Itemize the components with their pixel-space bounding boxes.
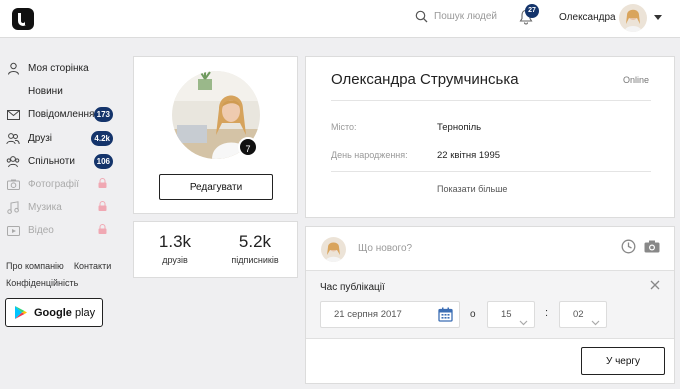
clock-icon[interactable]: [621, 239, 636, 257]
sidebar-nav: Моя сторінка Новини Повідомлення 173 Дру…: [0, 57, 125, 243]
sidebar-item-friends[interactable]: Друзі 4.2k: [0, 127, 125, 150]
time-separator: :: [545, 307, 549, 319]
sidebar-item-label: Спільноти: [28, 155, 75, 167]
google-play-icon: [15, 306, 27, 319]
video-icon: [6, 224, 20, 238]
notifications-badge: 27: [525, 4, 539, 18]
music-icon: [6, 201, 20, 215]
camera-icon[interactable]: [644, 240, 660, 256]
user-icon: [6, 62, 20, 76]
hour-select[interactable]: 15: [487, 301, 535, 328]
search-icon: [415, 10, 428, 23]
sidebar-item-news[interactable]: Новини: [0, 80, 125, 103]
sidebar-item-music[interactable]: Музика: [0, 196, 125, 219]
store-word: play: [74, 306, 96, 319]
date-value: 21 серпня 2017: [334, 309, 402, 320]
close-icon[interactable]: [650, 280, 660, 293]
birthday-label: День народження:: [331, 150, 408, 160]
page-title: Олександра Струмчинська: [331, 71, 519, 88]
store-brand: Google: [34, 306, 72, 319]
lock-icon: [98, 224, 107, 237]
home-icon: [6, 85, 20, 99]
sidebar-item-groups[interactable]: Спільноти 106: [0, 150, 125, 173]
sidebar-item-label: Музика: [28, 202, 62, 214]
friends-label: друзів: [162, 255, 188, 265]
friends-icon: [6, 131, 20, 145]
birthday-value: 22 квітня 1995: [437, 150, 501, 161]
about-link[interactable]: Про компанію: [6, 261, 64, 271]
queue-button[interactable]: У чергу: [581, 347, 665, 375]
city-value: Тернопіль: [437, 122, 482, 133]
sidebar-item-messages[interactable]: Повідомлення 173: [0, 103, 125, 126]
messages-badge: 173: [93, 107, 113, 123]
minute-select[interactable]: 02: [559, 301, 607, 328]
divider: [331, 100, 651, 101]
show-more-link[interactable]: Показати більше: [437, 184, 507, 194]
sidebar-item-label: Повідомлення: [28, 109, 95, 121]
chevron-down-icon: [591, 311, 600, 336]
schedule-title: Час публікації: [320, 282, 385, 293]
sidebar-item-my-page[interactable]: Моя сторінка: [0, 57, 125, 80]
mail-icon: [6, 108, 20, 122]
google-play-button[interactable]: Google play: [5, 298, 103, 327]
avatar[interactable]: [619, 4, 647, 32]
at-label: о: [470, 309, 476, 320]
profile-info-card: Олександра Струмчинська Online Місто: Те…: [305, 56, 675, 218]
logo-icon[interactable]: [12, 8, 34, 30]
sidebar-item-label: Фотографії: [28, 179, 79, 191]
search-box[interactable]: Пошук людей: [415, 10, 497, 23]
minute-value: 02: [573, 309, 584, 320]
followers-label: підписників: [231, 255, 279, 265]
groups-badge: 106: [93, 153, 113, 169]
sidebar-item-label: Моя сторінка: [28, 63, 89, 75]
new-post-card: Що нового? Час публікації 21 серпня 2017…: [305, 226, 675, 384]
footer-links: Про компанію Контакти Конфіденційність: [6, 258, 121, 292]
friends-stat[interactable]: 1.3k друзів: [140, 232, 210, 265]
friends-count: 1.3k: [158, 232, 192, 251]
sidebar-item-label: Новини: [28, 86, 63, 98]
stats-card: 1.3k друзів 5.2k підписників: [133, 221, 298, 278]
lock-icon: [98, 178, 107, 191]
privacy-link[interactable]: Конфіденційність: [6, 278, 78, 288]
hour-value: 15: [501, 309, 512, 320]
sidebar-item-video[interactable]: Відео: [0, 219, 125, 242]
sidebar-item-photos[interactable]: Фотографії: [0, 173, 125, 196]
city-label: Місто:: [331, 122, 357, 132]
sidebar-item-label: Друзі: [28, 132, 53, 144]
followers-stat[interactable]: 5.2k підписників: [220, 232, 290, 265]
status-badge: Online: [622, 75, 649, 85]
followers-count: 5.2k: [238, 232, 272, 251]
calendar-icon[interactable]: [438, 307, 453, 332]
contacts-link[interactable]: Контакти: [74, 261, 111, 271]
lock-icon: [98, 201, 107, 214]
schedule-panel: Час публікації 21 серпня 2017 о 15 : 02: [306, 270, 674, 339]
chevron-down-icon[interactable]: [654, 15, 662, 20]
top-bar: Пошук людей 27 Олександра: [0, 0, 680, 38]
avatar: [321, 237, 346, 262]
sidebar-item-label: Відео: [28, 225, 54, 237]
camera-icon: [6, 178, 20, 192]
profile-card: 7 Редагувати: [133, 56, 298, 214]
divider: [331, 171, 651, 172]
friends-badge: 4.2k: [91, 130, 113, 146]
chevron-down-icon: [519, 311, 528, 336]
groups-icon: [6, 154, 20, 168]
date-input[interactable]: 21 серпня 2017: [320, 301, 460, 328]
post-input[interactable]: Що нового?: [358, 243, 412, 254]
edit-profile-button[interactable]: Редагувати: [159, 174, 273, 200]
search-input[interactable]: Пошук людей: [434, 11, 497, 22]
photo-count-badge: 7: [238, 137, 258, 157]
user-name[interactable]: Олександра: [559, 12, 616, 23]
